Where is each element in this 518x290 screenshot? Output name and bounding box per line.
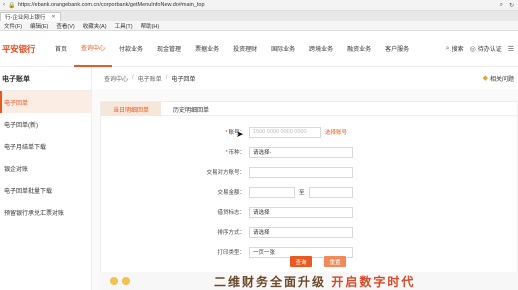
back-icon[interactable]: ‹ [0,2,8,8]
nav-financing[interactable]: 融资业务 [340,31,378,67]
sidebar-item-monthly-statement[interactable]: 电子月结单下载 [0,135,91,157]
top-nav: 平安银行 首页 查询中心 付款业务 现金管理 票据业务 投资理财 国际业务 跨境… [0,31,518,67]
menu-tools[interactable]: 工具(T) [115,22,133,30]
tab-title: 行-企业网上银行 [5,15,46,21]
search-icon: ⌕ [445,44,450,52]
help-icon: ◆ [482,75,488,82]
shield-icon: ◎ [469,45,476,53]
account-row: *账号： 1500 0000 0000 0000 选择账号 [191,126,347,138]
menu-icon: ☰ [507,45,514,53]
nav-bills[interactable]: 票据业务 [188,31,226,67]
nav-payment[interactable]: 付款业务 [112,31,150,67]
nav-customer-service[interactable]: 客户服务 [378,31,416,67]
amount-row: 交易金额： 至 [191,186,353,198]
menu-file[interactable]: 文件(F) [4,22,22,30]
dc-flag-row: 借贷标志： 请选择 [191,206,353,218]
address-bar: ‹ 🔒 https://ebank.orangebank.com.cn/corp… [0,0,518,11]
refresh-icon[interactable]: ↻ [509,2,514,9]
menu-view[interactable]: 查看(V) [56,22,74,30]
coin-icon [122,277,130,285]
reset-button[interactable]: 重置 [324,256,346,267]
close-icon[interactable]: ✕ [51,14,55,20]
nav-cross-border[interactable]: 跨境业务 [302,31,340,67]
breadcrumb-query-center[interactable]: 查询中心 [104,74,128,83]
breadcrumb: 查询中心 / 电子账单 / 电子回单 ◆ 相关问题 [92,67,518,89]
dc-flag-select[interactable]: 请选择 [249,206,353,218]
menu-edit[interactable]: 编辑(E) [30,22,48,30]
lock-icon: 🔒 [8,2,16,9]
menu-bar: 文件(F) 编辑(E) 查看(V) 收藏夹(A) 工具(T) 帮助(H) [0,21,518,31]
help-link[interactable]: ◆ 相关问题 [483,74,518,83]
url-field[interactable]: https://ebank.orangebank.com.cn/corporba… [18,2,205,8]
amount-from-input[interactable] [249,186,295,198]
tab-bar: 行-企业网上银行 ✕ [0,11,518,21]
account-field[interactable]: 1500 0000 0000 0000 [249,126,321,138]
nav-international[interactable]: 国际业务 [264,31,302,67]
menu-help[interactable]: 帮助(H) [141,22,160,30]
nav-query-center[interactable]: 查询中心 [74,31,113,67]
currency-select[interactable]: 请选择- [249,146,353,158]
sidebar-item-receipt[interactable]: 电子回单 [0,91,91,113]
counterparty-row: 交易对方账号： [191,166,353,178]
tab-today-receipt[interactable]: 当日明细回单 [101,102,161,116]
sidebar-item-draft-reconciliation[interactable]: 预留银行承兑汇票对账 [0,201,91,223]
sidebar: 电子账单 电子回单 电子回单(新) 电子月结单下载 银企对账 电子回单批量下载 … [0,67,92,290]
currency-row: *币种： 请选择- [191,146,353,158]
amount-to-input[interactable] [308,186,353,198]
menu-favorites[interactable]: 收藏夹(A) [83,22,107,30]
breadcrumb-e-bill[interactable]: 电子账单 [138,74,162,83]
tab-history-receipt[interactable]: 历史明细回单 [161,102,221,116]
more-button[interactable]: ☰ [508,45,514,53]
nav-investment[interactable]: 投资理财 [226,31,264,67]
search-icon[interactable]: ⌕ [500,2,503,9]
sidebar-item-receipt-new[interactable]: 电子回单(新) [0,113,91,135]
coin-icon [110,277,118,285]
breadcrumb-current: 电子回单 [171,76,196,83]
mouse-cursor-icon: ➤ [236,129,244,139]
main-content: 查询中心 / 电子账单 / 电子回单 ◆ 相关问题 当日明细回单 历史明细回单 … [92,67,518,290]
search-button[interactable]: ⌕ 搜索 [445,44,464,54]
sidebar-item-reconciliation[interactable]: 银企对账 [0,157,91,179]
query-button-visible[interactable]: 查询 [290,256,312,267]
auth-button[interactable]: ◎ 待办认证 [469,44,502,54]
counterparty-input[interactable] [249,166,353,178]
sort-select[interactable]: 请选择 [249,226,353,238]
browser-tab[interactable]: 行-企业网上银行 ✕ [0,12,61,21]
select-account-link[interactable]: 选择账号 [325,128,347,136]
subtabs: 当日明细回单 历史明细回单 [101,102,517,116]
promo-banner[interactable]: 二维财务全面升级 开启数字时代 [100,272,518,290]
sort-row: 排序方式： 请选择 [191,226,353,238]
sidebar-item-batch-download[interactable]: 电子回单批量下载 [0,179,91,201]
sidebar-title: 电子账单 [0,67,91,91]
logo: 平安银行 [2,43,36,54]
nav-home[interactable]: 首页 [48,31,74,67]
nav-cash-management[interactable]: 现金管理 [150,31,188,67]
